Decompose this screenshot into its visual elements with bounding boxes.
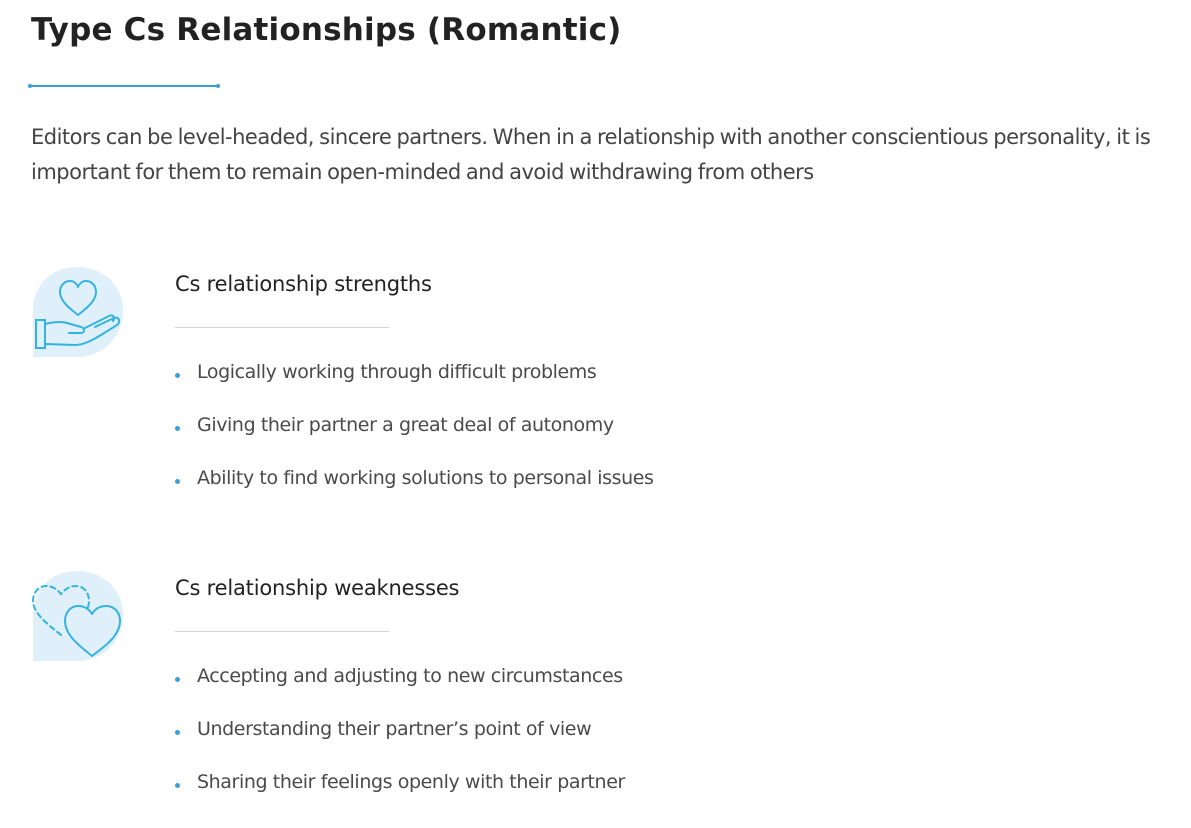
bullet-icon bbox=[175, 426, 180, 431]
list-item-text: Understanding their partner’s point of v… bbox=[197, 718, 592, 740]
list-item-text: Logically working through difficult prob… bbox=[197, 361, 597, 383]
list-item-text: Accepting and adjusting to new circumsta… bbox=[197, 665, 623, 687]
bullet-icon bbox=[175, 677, 180, 682]
bullet-icon bbox=[175, 479, 180, 484]
strengths-title: Cs relationship strengths bbox=[175, 272, 432, 296]
weaknesses-title: Cs relationship weaknesses bbox=[175, 576, 460, 600]
weaknesses-divider bbox=[175, 631, 389, 632]
broken-hearts-icon bbox=[31, 571, 123, 661]
list-item-text: Giving their partner a great deal of aut… bbox=[197, 414, 614, 436]
bullet-icon bbox=[175, 373, 180, 378]
page: Type Cs Relationships (Romantic) Editors… bbox=[0, 0, 1191, 828]
page-title: Type Cs Relationships (Romantic) bbox=[31, 12, 622, 48]
heart-in-hand-icon bbox=[33, 267, 123, 357]
list-item-text: Sharing their feelings openly with their… bbox=[197, 771, 625, 793]
list-item-text: Ability to find working solutions to per… bbox=[197, 467, 654, 489]
strengths-divider bbox=[175, 327, 389, 328]
title-underline bbox=[28, 84, 220, 88]
intro-paragraph: Editors can be level-headed, sincere par… bbox=[31, 125, 1151, 184]
bullet-icon bbox=[175, 783, 180, 788]
bullet-icon bbox=[175, 730, 180, 735]
